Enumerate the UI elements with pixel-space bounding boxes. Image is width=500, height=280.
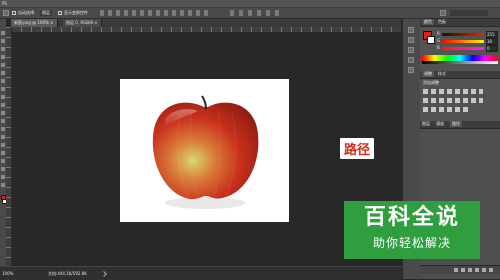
blur-tool[interactable] bbox=[1, 127, 5, 131]
align-buttons[interactable] bbox=[100, 10, 210, 16]
character-icon[interactable] bbox=[408, 47, 414, 53]
options-bar: 自动选择: 图层 显示变换控件 bbox=[0, 8, 500, 19]
dodge-tool[interactable] bbox=[1, 135, 5, 139]
transform-checkbox[interactable] bbox=[58, 11, 62, 15]
blue-slider[interactable] bbox=[442, 47, 484, 50]
workspace-icon[interactable] bbox=[440, 10, 446, 16]
green-value[interactable]: 30 bbox=[486, 38, 498, 45]
tab-channels[interactable]: 通道 bbox=[436, 121, 444, 127]
tab-color[interactable]: 颜色 bbox=[422, 19, 434, 25]
chevron-right-icon[interactable] bbox=[101, 271, 107, 277]
document-size: 文档:444.1K/592.8K bbox=[48, 271, 87, 276]
history-icon[interactable] bbox=[408, 27, 414, 33]
blue-value[interactable]: 0 bbox=[486, 45, 498, 52]
tab-document-1-label: 新图.png @ 100% bbox=[14, 20, 49, 25]
crop-tool[interactable] bbox=[1, 63, 5, 67]
history-brush-tool[interactable] bbox=[1, 103, 5, 107]
blue-label: B bbox=[437, 45, 440, 50]
transform-label: 显示变换控件 bbox=[64, 10, 88, 15]
marquee-tool[interactable] bbox=[1, 39, 5, 43]
type-tool[interactable] bbox=[1, 151, 5, 155]
workspace-switcher[interactable] bbox=[450, 10, 488, 16]
tab-styles[interactable]: 样式 bbox=[438, 71, 446, 77]
move-tool[interactable] bbox=[1, 31, 5, 35]
paths-panel-footer bbox=[420, 265, 500, 274]
watermark-title: 百科全说 bbox=[363, 205, 460, 230]
layers-panel-header: 图层 通道 路径 bbox=[420, 121, 500, 129]
auto-select-label: 自动选择: bbox=[18, 10, 36, 15]
green-slider[interactable] bbox=[442, 40, 484, 43]
paths-callout-label: 路径 bbox=[340, 138, 374, 159]
distribute-buttons[interactable] bbox=[230, 10, 280, 16]
gradient-tool[interactable] bbox=[1, 119, 5, 123]
adjustments-panel-header: 调整 样式 bbox=[420, 71, 500, 79]
zoom-level[interactable]: 100% bbox=[2, 271, 13, 277]
clone-stamp-tool[interactable] bbox=[1, 95, 5, 99]
red-value[interactable]: 255 bbox=[486, 31, 498, 38]
green-label: G bbox=[437, 38, 441, 43]
status-bar: 100% 文档:444.1K/592.8K bbox=[0, 266, 402, 280]
close-icon[interactable]: × bbox=[50, 20, 53, 25]
background-color[interactable] bbox=[427, 36, 435, 44]
auto-select-checkbox[interactable] bbox=[12, 11, 16, 15]
menu-ps[interactable]: PS bbox=[2, 1, 7, 6]
grayscale-bar[interactable] bbox=[422, 61, 498, 64]
red-label: R bbox=[437, 31, 440, 36]
properties-icon[interactable] bbox=[408, 37, 414, 43]
add-adjustment-label: 添加调整 bbox=[423, 80, 439, 85]
brush-tool[interactable] bbox=[1, 87, 5, 91]
move-tool-icon[interactable] bbox=[3, 10, 9, 16]
paths-action-buttons[interactable] bbox=[454, 268, 496, 272]
adjustment-icons-row-1[interactable] bbox=[423, 89, 483, 94]
eyedropper-tool[interactable] bbox=[1, 71, 5, 75]
magic-wand-tool[interactable] bbox=[1, 55, 5, 59]
shape-tool[interactable] bbox=[1, 167, 5, 171]
adjustment-icons-row-2[interactable] bbox=[423, 98, 483, 103]
eraser-tool[interactable] bbox=[1, 111, 5, 115]
watermark: 百科全说 助你轻松解决 bbox=[344, 201, 480, 259]
zoom-tool[interactable] bbox=[1, 183, 5, 187]
pen-tool[interactable] bbox=[1, 143, 5, 147]
lasso-tool[interactable] bbox=[1, 47, 5, 51]
tab-document-1[interactable]: 新图.png @ 100% × bbox=[11, 19, 58, 27]
brush-presets-icon[interactable] bbox=[408, 67, 414, 73]
tab-paths[interactable]: 路径 bbox=[450, 121, 462, 127]
adjustment-icons-row-3[interactable] bbox=[423, 107, 468, 112]
horizontal-ruler[interactable] bbox=[11, 27, 401, 33]
red-slider[interactable] bbox=[442, 33, 484, 36]
vertical-ruler[interactable] bbox=[6, 27, 12, 266]
menu-items[interactable]: PS bbox=[2, 0, 7, 7]
healing-tool[interactable] bbox=[1, 79, 5, 83]
document-canvas[interactable] bbox=[120, 79, 289, 222]
path-selection-tool[interactable] bbox=[1, 159, 5, 163]
tab-swatches[interactable]: 色板 bbox=[438, 19, 446, 25]
color-panel-header: 颜色 色板 bbox=[420, 19, 500, 27]
menu-bar: PS bbox=[0, 0, 500, 8]
close-icon[interactable]: × bbox=[94, 20, 97, 25]
tab-adjustments[interactable]: 调整 bbox=[422, 71, 434, 77]
paragraph-icon[interactable] bbox=[408, 57, 414, 63]
auto-select-dropdown[interactable]: 图层 bbox=[40, 10, 52, 16]
watermark-subtitle: 助你轻松解决 bbox=[372, 236, 451, 250]
hand-tool[interactable] bbox=[1, 175, 5, 179]
apple-image bbox=[152, 95, 259, 209]
tab-document-2-label: 图层 0, RGB/8 bbox=[66, 20, 93, 25]
tab-document-2[interactable]: 图层 0, RGB/8 × bbox=[63, 19, 102, 27]
tab-layers[interactable]: 图层 bbox=[422, 121, 430, 127]
